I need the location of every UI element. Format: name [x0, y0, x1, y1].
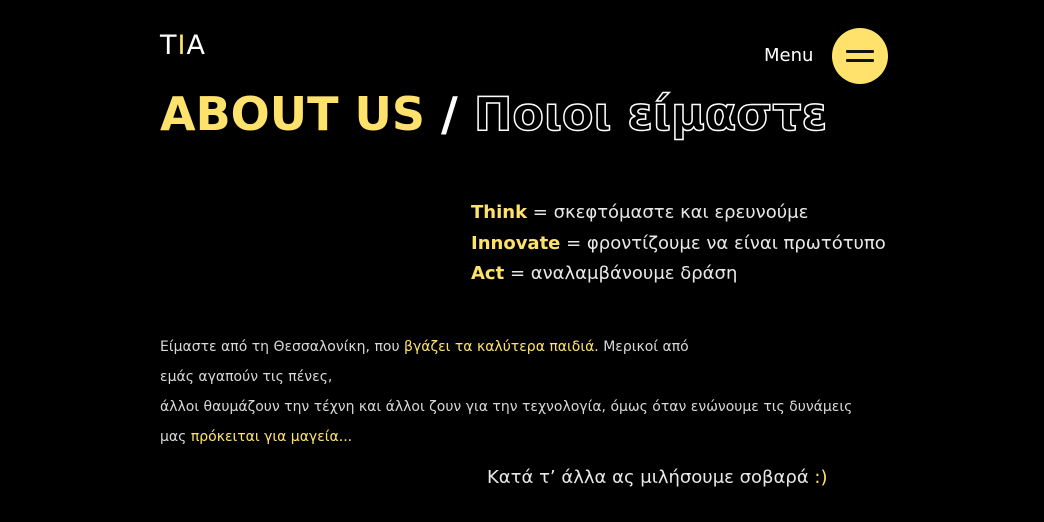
- tia-row-innovate: Innovate = φροντίζουμε να είναι πρωτότυπ…: [471, 229, 886, 260]
- tia-term: Act: [471, 263, 505, 284]
- paragraph-text: μας: [160, 429, 191, 445]
- paragraph-text: Είμαστε από τη Θεσσαλονίκη, που: [160, 339, 405, 355]
- logo-letter-t: T: [160, 30, 178, 61]
- closing-line: Κατά τ’ άλλα ας μιλήσουμε σοβαρά :): [487, 466, 828, 490]
- about-paragraph: Είμαστε από τη Θεσσαλονίκη, που βγάζει τ…: [160, 332, 880, 452]
- page-title-english: ABOUT US: [160, 87, 425, 141]
- page-title-greek: Ποιοι είμαστε: [473, 86, 828, 142]
- logo-letter-a: A: [186, 30, 206, 61]
- tia-definition: = φροντίζουμε να είναι πρωτότυπο: [560, 232, 886, 254]
- tia-row-act: Act = αναλαμβάνουμε δράση: [471, 259, 886, 290]
- closing-smiley: :): [814, 467, 828, 488]
- page-title: ABOUT US / Ποιοι είμαστε: [160, 84, 828, 144]
- tia-definition: = σκεφτόμαστε και ερευνούμε: [527, 202, 809, 223]
- tia-definition: = αναλαμβάνουμε δράση: [504, 263, 738, 284]
- paragraph-line: μας πρόκειται για μαγεία...: [160, 422, 880, 452]
- menu-label[interactable]: Menu: [764, 44, 813, 68]
- paragraph-line: εμάς αγαπούν τις πένες,: [160, 369, 333, 385]
- hamburger-icon-bar-bottom: [846, 59, 874, 62]
- paragraph-text: Μερικοί από: [598, 339, 689, 355]
- paragraph-line: Είμαστε από τη Θεσσαλονίκη, που βγάζει τ…: [160, 332, 880, 362]
- paragraph-highlight: πρόκειται για μαγεία...: [190, 429, 353, 445]
- hamburger-icon-bar-top: [846, 50, 874, 53]
- tia-row-think: Think = σκεφτόμαστε και ερευνούμε: [471, 198, 886, 229]
- tia-term: Innovate: [471, 232, 561, 254]
- page-title-separator: /: [425, 87, 474, 141]
- closing-text: Κατά τ’ άλλα ας μιλήσουμε σοβαρά: [487, 467, 815, 488]
- paragraph-line: άλλοι θαυμάζουν την τέχνη και άλλοι ζουν…: [160, 399, 853, 415]
- about-page: TIA Menu ABOUT US / Ποιοι είμαστε Think …: [0, 0, 1044, 522]
- paragraph-highlight: βγάζει τα καλύτερα παιδιά.: [404, 339, 599, 355]
- tia-term: Think: [471, 202, 528, 223]
- menu-button[interactable]: [832, 28, 888, 84]
- site-logo[interactable]: TIA: [160, 30, 206, 62]
- tia-definitions: Think = σκεφτόμαστε και ερευνούμε Innova…: [471, 198, 886, 290]
